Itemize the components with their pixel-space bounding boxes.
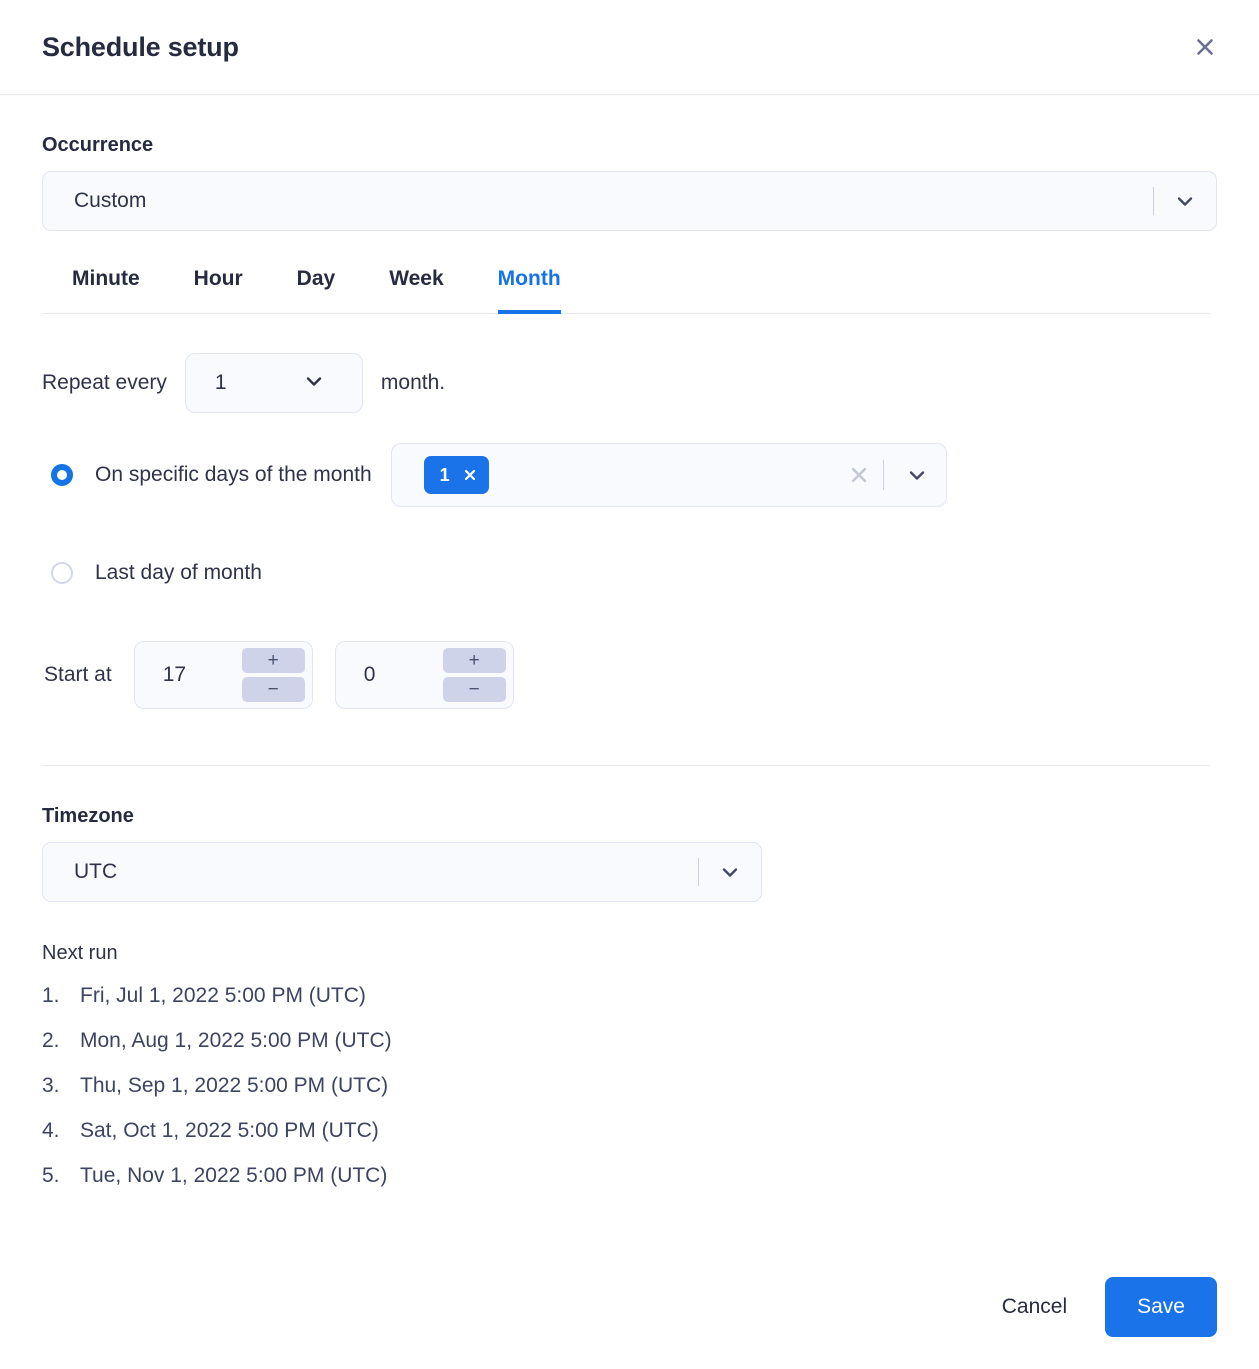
day-chip-label: 1 <box>440 465 450 486</box>
next-run-index: 4. <box>42 1108 80 1153</box>
list-item: 2. Mon, Aug 1, 2022 5:00 PM (UTC) <box>42 1018 1217 1063</box>
start-hour-decrement-button[interactable]: − <box>242 677 305 702</box>
chip-remove-icon[interactable] <box>463 468 477 482</box>
repeat-every-row: Repeat every 1 month. <box>42 353 1217 413</box>
start-hour-increment-button[interactable]: + <box>242 648 305 673</box>
day-chip[interactable]: 1 <box>424 456 489 494</box>
close-icon[interactable] <box>1185 27 1225 67</box>
repeat-every-label: Repeat every <box>42 371 167 395</box>
timezone-value: UTC <box>43 860 698 884</box>
repeat-interval-value: 1 <box>186 371 302 395</box>
dialog-footer: Cancel Save <box>0 1277 1259 1369</box>
chevron-down-icon[interactable] <box>888 463 946 487</box>
chevron-down-icon <box>699 860 761 884</box>
tab-minute[interactable]: Minute <box>72 257 140 314</box>
tab-month[interactable]: Month <box>498 257 561 314</box>
chevron-down-icon <box>302 369 362 398</box>
save-button[interactable]: Save <box>1105 1277 1217 1337</box>
radio-specific-days-label[interactable]: On specific days of the month <box>95 463 372 487</box>
start-hour-buttons: + − <box>242 648 305 702</box>
dialog-body: Occurrence Custom Minute Hour Day Week M… <box>0 95 1259 1277</box>
next-run-title: Next run <box>42 942 1217 965</box>
clear-icon[interactable] <box>839 464 879 486</box>
tab-week[interactable]: Week <box>389 257 443 314</box>
start-at-label: Start at <box>44 663 112 687</box>
section-divider <box>42 765 1210 766</box>
start-hour-stepper[interactable]: 17 + − <box>134 641 313 709</box>
interval-tabs: Minute Hour Day Week Month <box>42 257 1210 314</box>
list-item: 3. Thu, Sep 1, 2022 5:00 PM (UTC) <box>42 1063 1217 1108</box>
tab-hour[interactable]: Hour <box>194 257 243 314</box>
cancel-button[interactable]: Cancel <box>992 1283 1077 1331</box>
start-minute-buttons: + − <box>443 648 506 702</box>
timezone-select[interactable]: UTC <box>42 842 762 902</box>
multiselect-divider <box>883 460 884 490</box>
list-item: 1. Fri, Jul 1, 2022 5:00 PM (UTC) <box>42 973 1217 1018</box>
list-item: 5. Tue, Nov 1, 2022 5:00 PM (UTC) <box>42 1153 1217 1198</box>
next-run-text: Mon, Aug 1, 2022 5:00 PM (UTC) <box>80 1018 392 1063</box>
start-minute-decrement-button[interactable]: − <box>443 677 506 702</box>
start-minute-stepper[interactable]: 0 + − <box>335 641 514 709</box>
start-at-row: Start at 17 + − 0 + − <box>42 641 1217 709</box>
radio-specific-days[interactable] <box>51 464 73 486</box>
last-day-row: Last day of month <box>42 561 1217 585</box>
repeat-unit-label: month. <box>381 371 445 395</box>
repeat-interval-select[interactable]: 1 <box>185 353 363 413</box>
next-run-index: 5. <box>42 1153 80 1198</box>
specific-days-row: On specific days of the month 1 <box>42 443 1217 507</box>
next-run-text: Sat, Oct 1, 2022 5:00 PM (UTC) <box>80 1108 379 1153</box>
next-run-text: Thu, Sep 1, 2022 5:00 PM (UTC) <box>80 1063 388 1108</box>
next-run-index: 3. <box>42 1063 80 1108</box>
next-run-index: 2. <box>42 1018 80 1063</box>
page-title: Schedule setup <box>42 32 239 63</box>
days-of-month-multiselect[interactable]: 1 <box>391 443 947 507</box>
list-item: 4. Sat, Oct 1, 2022 5:00 PM (UTC) <box>42 1108 1217 1153</box>
occurrence-value: Custom <box>43 189 1153 213</box>
occurrence-label: Occurrence <box>42 134 1217 157</box>
tab-day[interactable]: Day <box>297 257 336 314</box>
next-run-list: 1. Fri, Jul 1, 2022 5:00 PM (UTC) 2. Mon… <box>42 973 1217 1198</box>
radio-last-day[interactable] <box>51 562 73 584</box>
schedule-setup-dialog: Schedule setup Occurrence Custom Minute … <box>0 0 1259 1369</box>
start-minute-value: 0 <box>336 663 443 687</box>
dialog-header: Schedule setup <box>0 0 1259 95</box>
next-run-index: 1. <box>42 973 80 1018</box>
start-hour-value: 17 <box>135 663 242 687</box>
chevron-down-icon <box>1154 189 1216 213</box>
radio-last-day-label[interactable]: Last day of month <box>95 561 262 585</box>
start-minute-increment-button[interactable]: + <box>443 648 506 673</box>
timezone-label: Timezone <box>42 805 1217 828</box>
next-run-text: Fri, Jul 1, 2022 5:00 PM (UTC) <box>80 973 366 1018</box>
next-run-text: Tue, Nov 1, 2022 5:00 PM (UTC) <box>80 1153 387 1198</box>
occurrence-select[interactable]: Custom <box>42 171 1217 231</box>
